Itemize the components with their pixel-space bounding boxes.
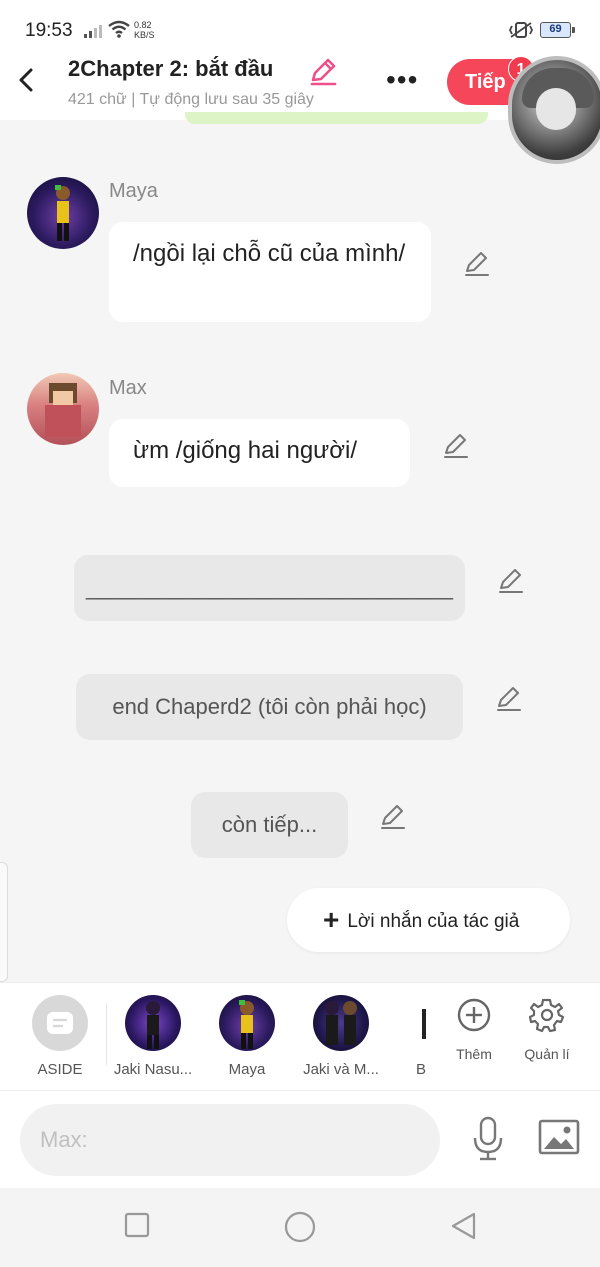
edit-title-icon[interactable] xyxy=(308,57,338,87)
edit-pencil-icon[interactable] xyxy=(463,250,491,278)
edit-pencil-icon[interactable] xyxy=(495,685,523,713)
edit-pencil-icon[interactable] xyxy=(442,432,470,460)
manage-button[interactable]: Quản lí xyxy=(517,997,577,1062)
message-bubble[interactable]: ừm /giống hai người/ xyxy=(109,419,410,487)
tool-label: Quản lí xyxy=(524,1046,570,1062)
character-label: Jaki Nasu... xyxy=(113,1061,193,1078)
input-bar xyxy=(0,1090,600,1188)
back-arrow-icon[interactable] xyxy=(14,66,42,94)
character-b[interactable]: B xyxy=(408,995,426,1078)
status-bar: 19:53 0.82 KB/S 69 xyxy=(0,0,600,56)
vibrate-icon xyxy=(508,22,534,38)
character-figure-icon xyxy=(55,185,70,241)
network-speed: 0.82 KB/S xyxy=(134,20,155,40)
recent-apps-icon[interactable] xyxy=(124,1212,150,1238)
add-character-button[interactable]: Thêm xyxy=(444,997,504,1062)
narration-bubble[interactable]: còn tiếp... xyxy=(191,792,348,858)
speaker-name: Max xyxy=(109,377,147,399)
image-icon[interactable] xyxy=(538,1119,580,1155)
character-jaki-va-m[interactable]: Jaki và M... xyxy=(296,995,386,1078)
tool-label: Thêm xyxy=(456,1046,492,1062)
character-avatar xyxy=(408,995,426,1051)
character-figure-icon xyxy=(239,1000,254,1049)
speaker-name: Maya xyxy=(109,180,158,202)
character-label: Maya xyxy=(228,1061,266,1078)
word-count-autosave: 421 chữ | Tự động lưu sau 35 giây xyxy=(68,91,314,108)
character-label: ASIDE xyxy=(37,1061,83,1078)
character-avatar xyxy=(219,995,275,1051)
character-figure-icon xyxy=(325,1001,357,1045)
character-avatar xyxy=(125,995,181,1051)
system-nav-bar xyxy=(0,1188,600,1267)
aside-avatar xyxy=(32,995,88,1051)
plus-circle-icon xyxy=(457,998,491,1032)
character-label: Jaki và M... xyxy=(303,1061,379,1078)
message-bubble[interactable]: /ngồi lại chỗ cũ của mình/ xyxy=(109,222,431,322)
back-nav-icon[interactable] xyxy=(450,1212,476,1240)
character-avatar xyxy=(313,995,369,1051)
previous-message-edge xyxy=(185,112,488,124)
home-icon[interactable] xyxy=(284,1211,316,1243)
character-figure-icon xyxy=(146,1001,160,1049)
avatar[interactable] xyxy=(27,177,99,249)
plus-icon: + xyxy=(323,904,340,935)
gear-icon xyxy=(528,998,565,1033)
character-aside[interactable]: ASIDE xyxy=(15,995,105,1078)
edit-pencil-icon[interactable] xyxy=(379,803,407,831)
author-note-button[interactable]: + Lời nhắn của tác giả xyxy=(287,888,570,952)
microphone-icon[interactable] xyxy=(470,1116,506,1162)
chapter-title[interactable]: 2Chapter 2: bắt đầu xyxy=(68,56,273,82)
status-time: 19:53 xyxy=(25,20,73,41)
side-drawer-handle[interactable] xyxy=(0,862,8,982)
character-bar: ASIDE Jaki Nasu... Maya Jaki và M... B T… xyxy=(0,982,600,1090)
character-figure-icon xyxy=(422,1009,426,1039)
speed-value: 0.82 xyxy=(134,20,152,30)
battery-indicator: 69 xyxy=(540,22,575,38)
aside-chat-icon xyxy=(47,1012,73,1034)
character-jaki-nasu[interactable]: Jaki Nasu... xyxy=(108,995,198,1078)
avatar-face xyxy=(536,88,576,130)
floating-avatar[interactable] xyxy=(508,56,600,164)
edit-pencil-icon[interactable] xyxy=(497,567,525,595)
signal-icon xyxy=(84,25,102,38)
message-input[interactable] xyxy=(20,1104,440,1176)
narration-bubble[interactable]: end Chaperd2 (tôi còn phải học) xyxy=(76,674,463,740)
speed-unit: KB/S xyxy=(134,30,155,40)
wifi-icon xyxy=(108,20,130,38)
avatar[interactable] xyxy=(27,373,99,445)
author-note-label: Lời nhắn của tác giả xyxy=(347,911,520,932)
character-figure-icon xyxy=(45,383,81,437)
divider xyxy=(106,1003,107,1065)
narration-bubble[interactable]: ______________________________ xyxy=(74,555,465,621)
character-maya[interactable]: Maya xyxy=(202,995,292,1078)
more-options-icon[interactable]: ••• xyxy=(386,66,418,94)
character-label: B xyxy=(416,1061,426,1078)
